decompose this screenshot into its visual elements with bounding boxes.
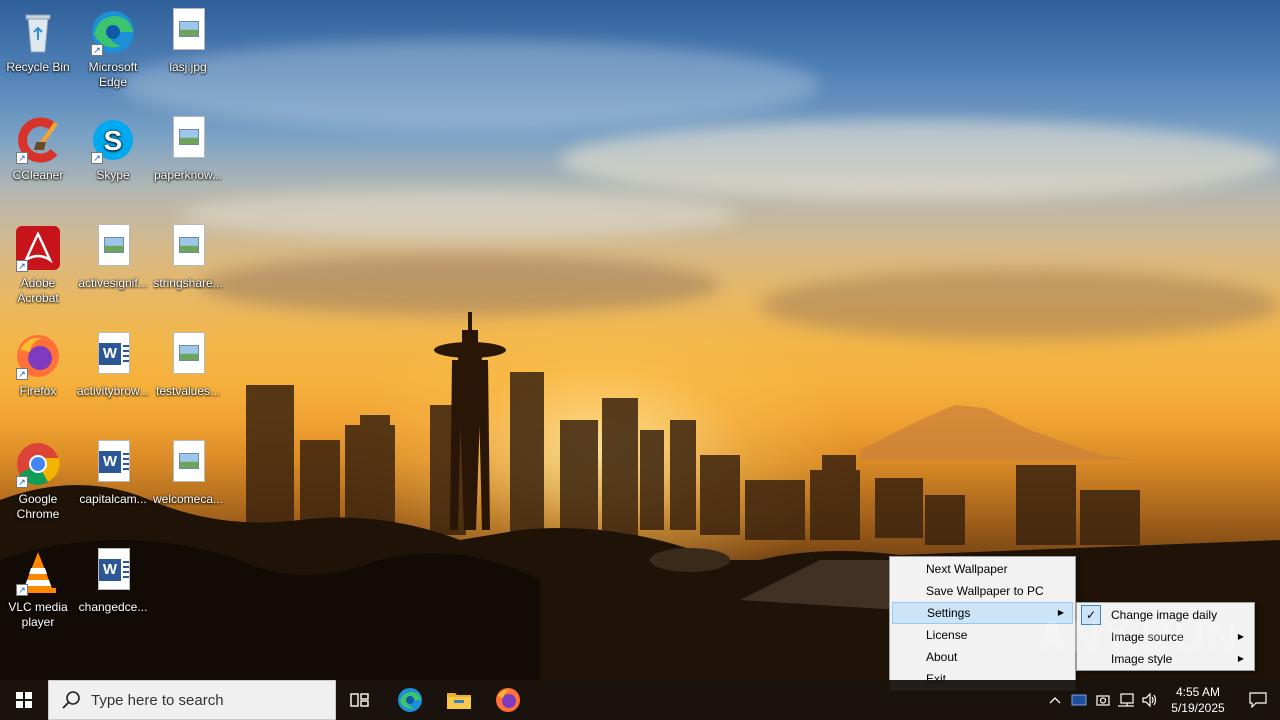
ccleaner-icon: ↗	[14, 116, 62, 164]
desktop-icon-label: Microsoft Edge	[88, 60, 138, 89]
file-explorer-icon	[447, 693, 471, 709]
taskbar-edge-button[interactable]	[386, 680, 434, 720]
desktop-icon-label: testvalues...	[155, 384, 221, 398]
tray-volume-button[interactable]	[1139, 680, 1161, 720]
submenu-arrow-icon: ▶	[1237, 654, 1244, 663]
tray-camera-button[interactable]	[1092, 680, 1114, 720]
shortcut-arrow-icon: ↗	[16, 584, 28, 596]
skype-icon: S ↗	[89, 116, 137, 164]
desktop-icon-label: welcomeca...	[152, 492, 224, 506]
desktop-icon[interactable]: ↗ VLC media player	[0, 548, 76, 630]
desktop-icon-label: Firefox	[19, 384, 57, 398]
desktop-icon[interactable]: ↗ Firefox	[0, 332, 76, 399]
taskbar: Type here to search 4:55 AM 5/19/2025	[0, 680, 1280, 720]
desktop-icon-label: Adobe Acrobat	[17, 276, 59, 305]
taskbar-search-box[interactable]: Type here to search	[48, 680, 336, 720]
desktop-icon[interactable]: Wchangedce...	[75, 548, 151, 615]
volume-icon	[1142, 692, 1157, 708]
shortcut-arrow-icon: ↗	[16, 152, 28, 164]
svg-text:S: S	[104, 125, 123, 156]
desktop-icon-label: capitalcam...	[79, 492, 147, 506]
desktop-icon[interactable]: ↗ Adobe Acrobat	[0, 224, 76, 306]
network-icon	[1118, 693, 1134, 707]
desktop-icon-label: activesignif...	[78, 276, 148, 290]
desktop-icon[interactable]: paperknow...	[150, 116, 226, 183]
recycle-bin-icon	[14, 8, 62, 56]
menu-item-label: Save Wallpaper to PC	[926, 584, 1044, 598]
desktop-icon-label: VLC media player	[8, 600, 68, 629]
anyrun-watermark: ANY.RUN	[1036, 612, 1239, 661]
firefox-icon	[496, 688, 520, 712]
desktop-icon[interactable]: ↗ Google Chrome	[0, 440, 76, 522]
desktop-icon[interactable]: stringshare...	[150, 224, 226, 291]
image-file-icon	[164, 332, 212, 380]
vlc-icon: ↗	[14, 548, 62, 596]
desktop-icon-label: Recycle Bin	[6, 60, 70, 74]
task-view-icon	[350, 693, 369, 707]
image-file-icon	[164, 440, 212, 488]
desktop-icon[interactable]: Recycle Bin	[0, 8, 76, 75]
camera-icon	[1096, 695, 1110, 706]
menu-item-label: Settings	[927, 606, 971, 620]
desktop-icon-label: CCleaner	[12, 168, 64, 182]
taskbar-file-explorer-button[interactable]	[435, 680, 483, 720]
desktop-icon[interactable]: ↗ Microsoft Edge	[75, 8, 151, 90]
image-file-icon	[89, 224, 137, 272]
desktop-icon[interactable]: Wcapitalcam...	[75, 440, 151, 507]
word-doc-icon: W	[89, 548, 137, 596]
desktop-icon[interactable]: testvalues...	[150, 332, 226, 399]
windows-logo-icon	[16, 692, 32, 708]
desktop-icon[interactable]: activesignif...	[75, 224, 151, 291]
word-doc-icon: W	[89, 440, 137, 488]
edge-icon	[398, 688, 422, 712]
desktop-icon-label: lasj.jpg	[169, 60, 207, 74]
desktop-icon-label: changedce...	[78, 600, 148, 614]
menu-item-label: Next Wallpaper	[926, 562, 1008, 576]
desktop-icon-label: Google Chrome	[16, 492, 60, 521]
desktop-icon[interactable]: Wactivitybrow...	[75, 332, 151, 399]
shortcut-arrow-icon: ↗	[16, 368, 28, 380]
taskbar-firefox-button[interactable]	[484, 680, 532, 720]
tray-app-button[interactable]	[1068, 680, 1090, 720]
desktop-icon-label: stringshare...	[153, 276, 223, 290]
taskbar-clock[interactable]: 4:55 AM 5/19/2025	[1160, 680, 1236, 720]
desktop-icon[interactable]: welcomeca...	[150, 440, 226, 507]
task-view-button[interactable]	[336, 680, 384, 720]
tray-network-button[interactable]	[1115, 680, 1137, 720]
search-placeholder: Type here to search	[91, 691, 224, 709]
shortcut-arrow-icon: ↗	[16, 476, 28, 488]
chevron-up-icon	[1049, 697, 1061, 704]
submenu-arrow-icon: ▶	[1237, 632, 1244, 641]
edge-icon: ↗	[89, 8, 137, 56]
firefox-icon: ↗	[14, 332, 62, 380]
menu-item-label: License	[926, 628, 968, 642]
show-hidden-icons-button[interactable]	[1044, 680, 1066, 720]
menu-item-next-wallpaper[interactable]: Next Wallpaper	[892, 558, 1073, 580]
app-tray-icon	[1071, 694, 1087, 706]
shortcut-arrow-icon: ↗	[91, 44, 103, 56]
notification-icon	[1249, 692, 1267, 708]
chrome-icon: ↗	[14, 440, 62, 488]
word-doc-icon: W	[89, 332, 137, 380]
desktop-icon-label: paperknow...	[153, 168, 223, 182]
desktop-icon[interactable]: lasj.jpg	[150, 8, 226, 75]
menu-item-label: About	[926, 650, 958, 664]
menu-item-save-wallpaper[interactable]: Save Wallpaper to PC	[892, 580, 1073, 602]
desktop-icon-label: Skype	[96, 168, 130, 182]
image-file-icon	[164, 116, 212, 164]
desktop-icon[interactable]: S ↗ Skype	[75, 116, 151, 183]
acrobat-icon: ↗	[14, 224, 62, 272]
desktop-icon[interactable]: ↗ CCleaner	[0, 116, 76, 183]
shortcut-arrow-icon: ↗	[16, 260, 28, 272]
shortcut-arrow-icon: ↗	[91, 152, 103, 164]
start-button[interactable]	[0, 680, 48, 720]
image-file-icon	[164, 224, 212, 272]
action-center-button[interactable]	[1236, 680, 1280, 720]
clock-date: 5/19/2025	[1171, 701, 1225, 715]
clock-time: 4:55 AM	[1175, 685, 1221, 699]
search-icon	[62, 691, 80, 709]
desktop-icon-label: activitybrow...	[76, 384, 150, 398]
image-file-icon	[164, 8, 212, 56]
